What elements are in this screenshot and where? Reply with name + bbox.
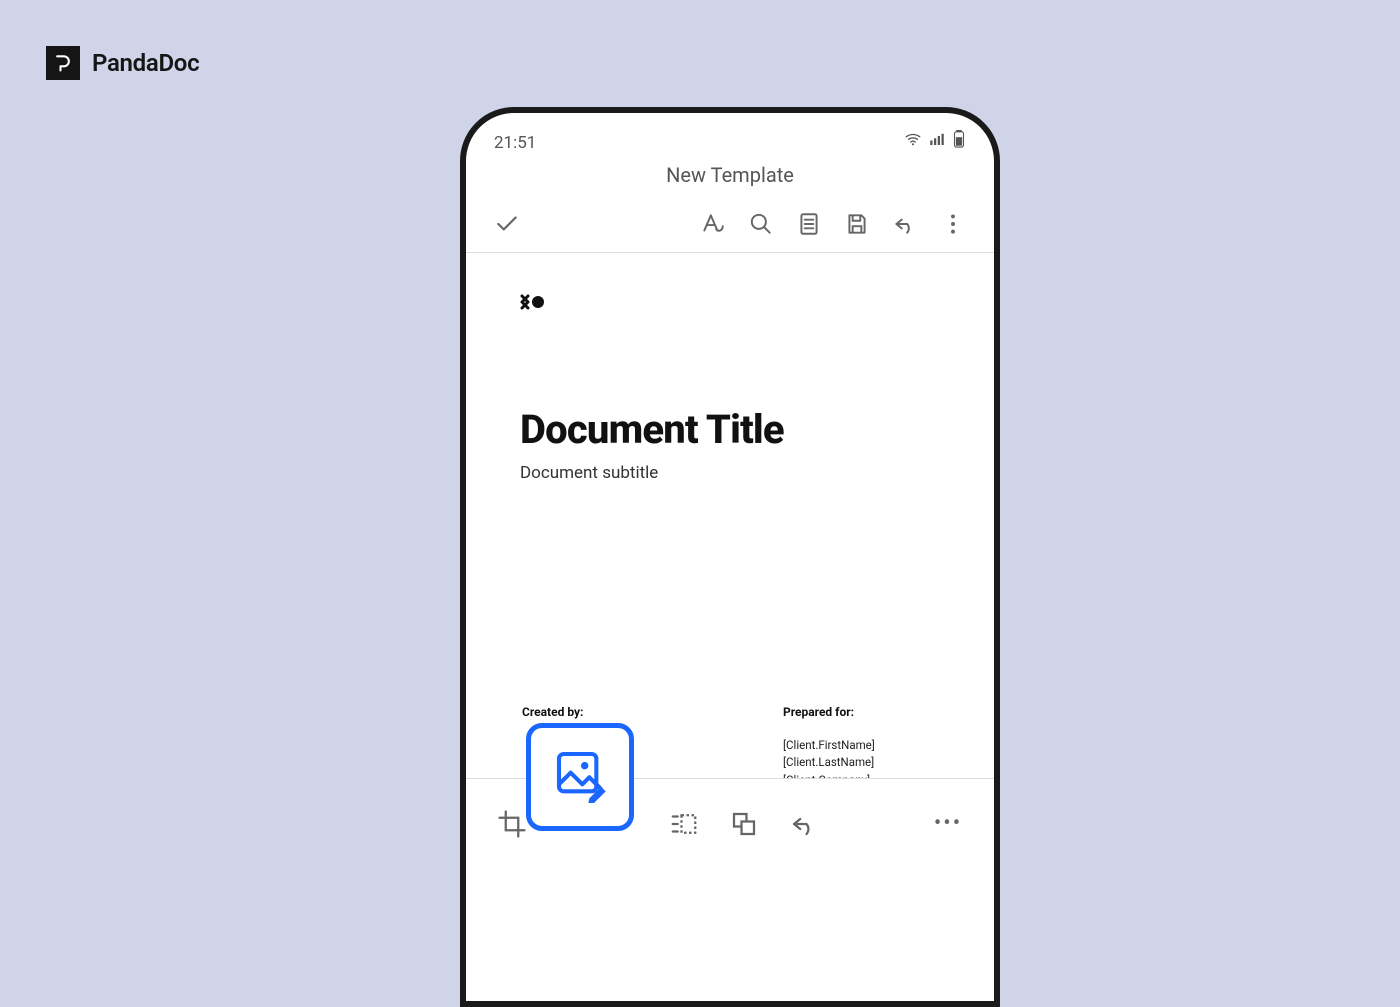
undo-bottom-button[interactable]: [776, 796, 832, 852]
brand-name: PandaDoc: [92, 49, 199, 77]
brand-lockup: PandaDoc: [46, 46, 199, 80]
document-title[interactable]: Document Title: [520, 406, 940, 453]
battery-icon: [952, 130, 966, 153]
confirm-button[interactable]: [484, 201, 530, 247]
screen-title: New Template: [466, 153, 994, 195]
image-edit-icon: [552, 747, 608, 807]
undo-button[interactable]: [882, 201, 928, 247]
prepared-for-name: [Client.FirstName] [Client.LastName]: [783, 737, 964, 772]
more-button[interactable]: [930, 201, 976, 247]
text-style-button[interactable]: [690, 201, 736, 247]
brand-logo-icon: [46, 46, 80, 80]
phone-frame: 21:51 New Template: [460, 107, 1000, 1007]
wifi-icon: [904, 130, 922, 153]
text-wrap-button[interactable]: [656, 796, 712, 852]
top-toolbar: [466, 195, 994, 253]
status-bar: 21:51: [466, 113, 994, 153]
document-subtitle[interactable]: Document subtitle: [520, 463, 940, 483]
status-time: 21:51: [494, 133, 536, 153]
document-logo-mark: [520, 291, 940, 316]
document-content[interactable]: Document Title Document subtitle: [466, 253, 994, 483]
page-view-button[interactable]: [786, 201, 832, 247]
signal-icon: [928, 130, 946, 153]
insert-image-button[interactable]: [526, 723, 634, 831]
prepared-for-label: Prepared for:: [783, 705, 964, 719]
created-by-label: Created by:: [522, 705, 703, 719]
more-bottom-button[interactable]: •••: [920, 796, 976, 852]
arrange-button[interactable]: [716, 796, 772, 852]
save-button[interactable]: [834, 201, 880, 247]
search-button[interactable]: [738, 201, 784, 247]
